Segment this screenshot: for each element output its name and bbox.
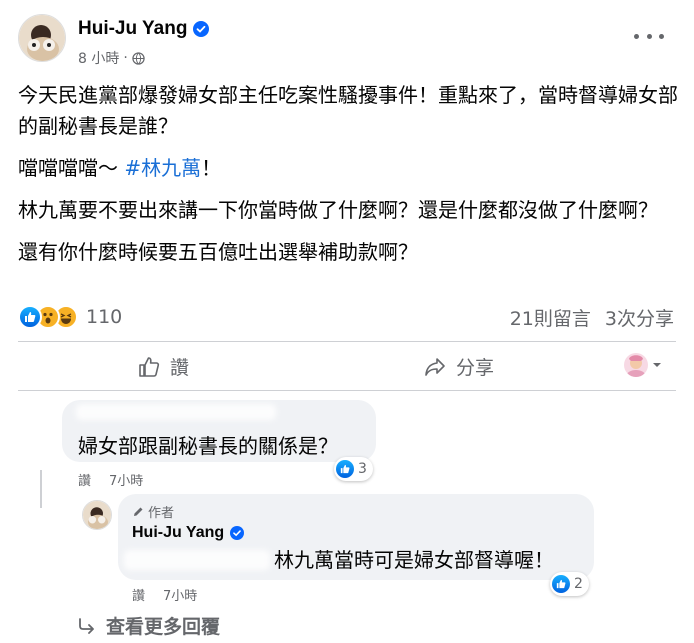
post-paragraph-1: 今天民進黨部爆發婦女部主任吃案性騷擾事件！重點來了，當時督導婦女部的副秘書長是誰… — [18, 83, 678, 138]
reply-author-name-text[interactable]: Hui-Ju Yang — [132, 524, 224, 542]
page-avatar — [624, 353, 648, 377]
reactions-summary: 110 21則留言 3次分享 — [18, 302, 674, 332]
globe-icon — [132, 51, 145, 65]
author-tag-label: 作者 — [148, 506, 175, 521]
post-paragraph-2-suffix: ！ — [201, 156, 222, 180]
redacted-commenter-name — [76, 404, 276, 420]
comment-like-count: 3 — [358, 461, 367, 477]
view-more-replies-link[interactable]: 查看更多回覆 — [78, 612, 220, 639]
comment-like-link[interactable]: 讚 — [78, 470, 91, 489]
post-paragraph-4: 還有你什麼時候要五百億吐出選舉補助款啊？ — [18, 240, 418, 264]
author-avatar[interactable] — [18, 14, 66, 62]
meta-dot: · — [123, 50, 128, 66]
reply-like-count-badge[interactable]: 2 — [550, 572, 589, 596]
more-options-icon[interactable] — [634, 26, 664, 46]
comment-text: 婦女部跟副秘書長的關係是？ — [78, 434, 338, 458]
reply-meta: 讚 7小時 — [132, 585, 197, 604]
author-tag: 作者 — [132, 502, 174, 521]
like-button-label: 讚 — [170, 357, 190, 379]
like-icon — [336, 460, 354, 478]
post-meta: 8 小時 · — [78, 48, 145, 68]
action-bar: 讚 分享 — [18, 345, 676, 389]
thread-line — [40, 470, 42, 508]
thumbs-up-icon — [139, 356, 160, 377]
hashtag-link[interactable]: #林九萬 — [124, 156, 201, 180]
reaction-count[interactable]: 110 — [86, 306, 122, 328]
like-icon — [552, 575, 570, 593]
view-more-replies-label: 查看更多回覆 — [106, 616, 221, 638]
comment-like-count-badge[interactable]: 3 — [334, 457, 373, 481]
like-button[interactable]: 讚 — [138, 353, 189, 380]
share-button[interactable]: 分享 — [424, 353, 494, 380]
post-paragraph-2-prefix: 噹噹噹噹～ — [18, 156, 125, 180]
verified-badge-icon — [193, 21, 210, 37]
post-time[interactable]: 8 小時 — [78, 48, 119, 68]
divider-bottom — [18, 390, 676, 391]
reply-author-avatar[interactable] — [82, 500, 112, 530]
share-count[interactable]: 3次分享 — [605, 304, 674, 331]
redacted-mention — [124, 550, 270, 570]
reaction-icons[interactable] — [18, 305, 78, 329]
share-button-label: 分享 — [456, 357, 495, 379]
author-name[interactable]: Hui-Ju Yang — [78, 18, 210, 40]
post-body: 今天民進黨部爆發婦女部主任吃案性騷擾事件！重點來了，當時督導婦女部的副秘書長是誰… — [18, 80, 678, 279]
post-stats: 21則留言 3次分享 — [510, 304, 674, 331]
divider-top — [18, 341, 676, 342]
reply-bubble: 作者 Hui-Ju Yang 林九萬當時可是婦女部督導喔！ — [118, 494, 594, 580]
comment-count[interactable]: 21則留言 — [510, 304, 591, 331]
like-icon — [18, 305, 42, 329]
react-as-selector[interactable] — [624, 353, 662, 377]
post-paragraph-3: 林九萬要不要出來講一下你當時做了什麼啊？還是什麼都沒做了什麼啊？ — [18, 198, 658, 222]
reply-like-link[interactable]: 讚 — [132, 585, 145, 604]
caret-down-icon — [653, 363, 661, 367]
comment-bubble: 婦女部跟副秘書長的關係是？ — [62, 400, 376, 462]
pencil-icon — [134, 507, 143, 516]
reply-author-name[interactable]: Hui-Ju Yang — [132, 524, 245, 542]
share-arrow-icon — [425, 357, 445, 376]
reply-text: 林九萬當時可是婦女部督導喔！ — [274, 548, 554, 572]
reply-time[interactable]: 7小時 — [163, 585, 197, 604]
comment-time[interactable]: 7小時 — [109, 470, 143, 489]
verified-badge-icon — [230, 526, 245, 540]
post-header: Hui-Ju Yang 8 小時 · — [18, 14, 678, 68]
comment-meta: 讚 7小時 — [78, 470, 143, 489]
author-name-text[interactable]: Hui-Ju Yang — [78, 18, 187, 40]
post-paragraph-2: 噹噹噹噹～ #林九萬！ — [18, 153, 678, 184]
reply-arrow-icon — [79, 617, 94, 634]
reply-like-count: 2 — [574, 576, 583, 592]
